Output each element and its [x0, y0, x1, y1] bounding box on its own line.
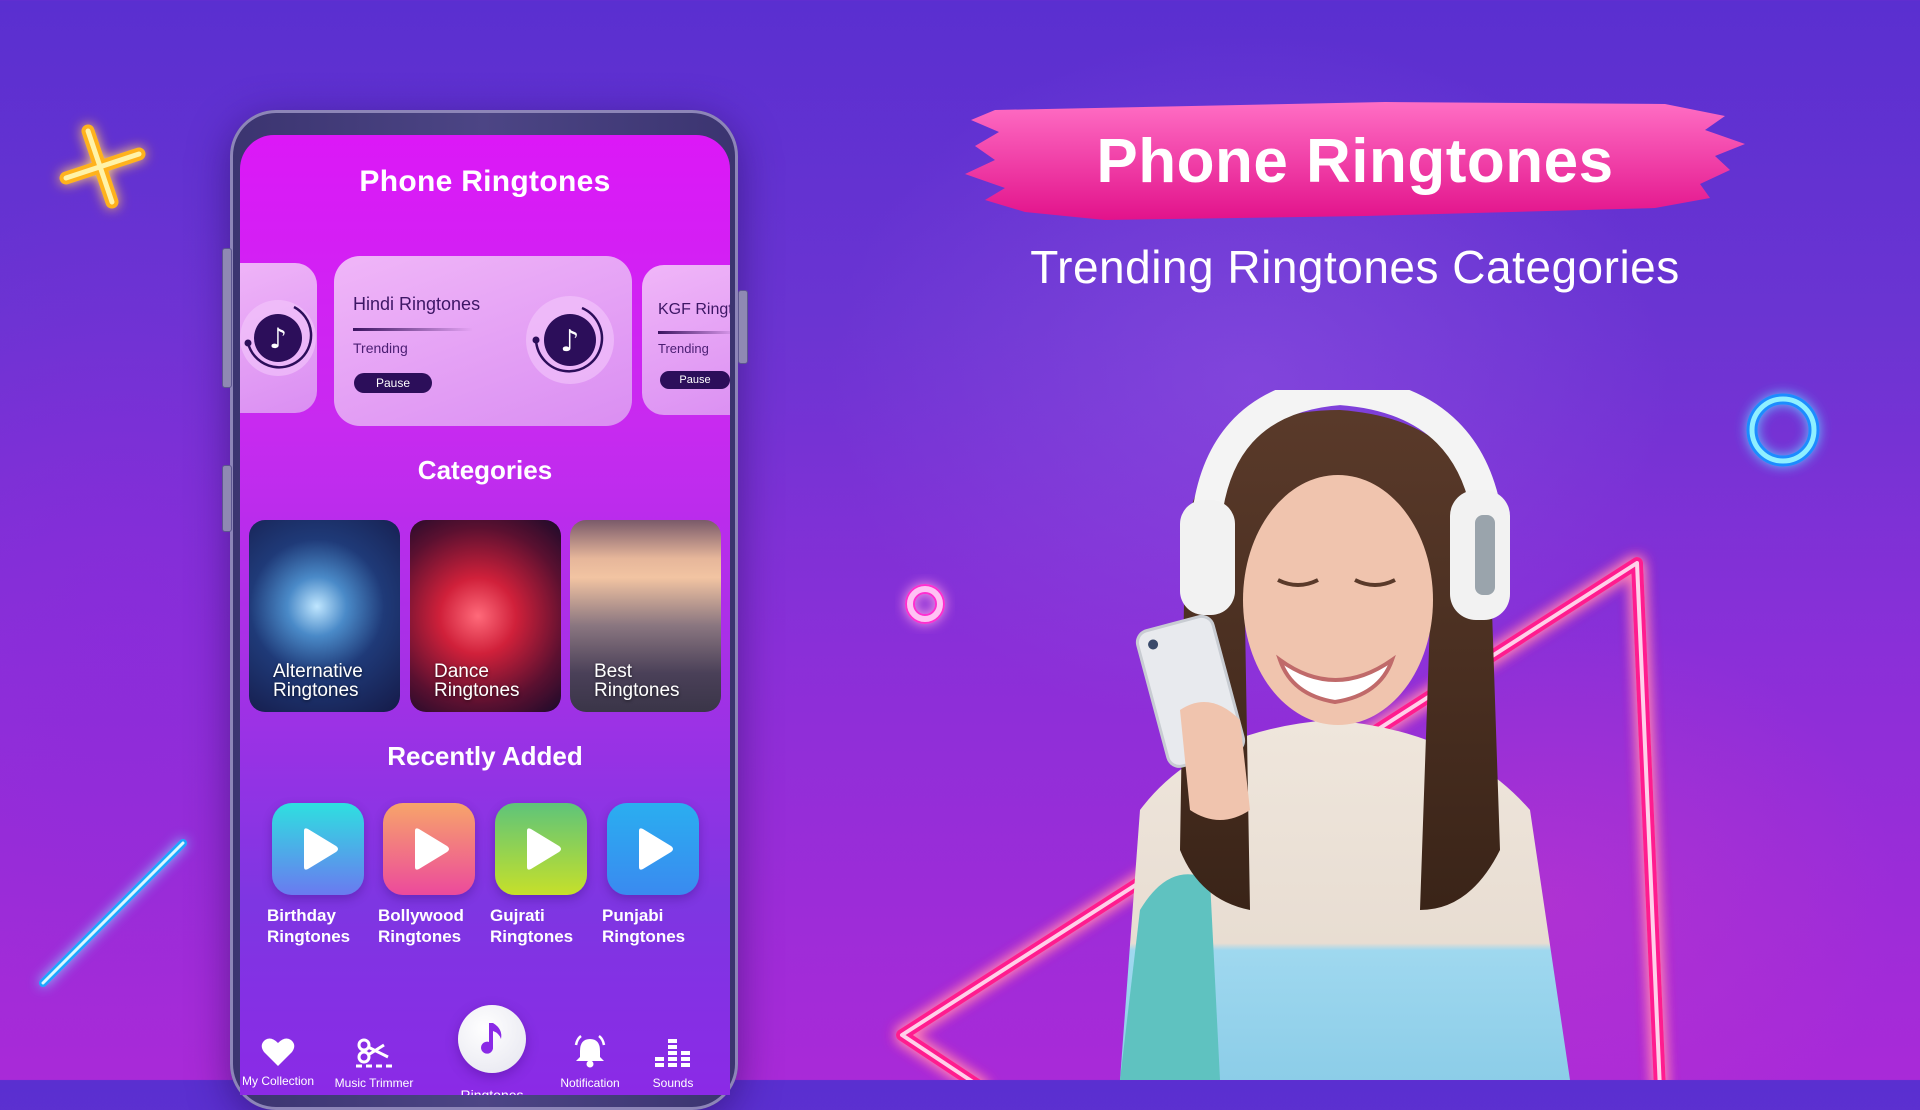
music-disc-icon: ♪ — [240, 300, 316, 376]
recent-label: Gujrati Ringtones — [490, 906, 574, 946]
carousel-card-kgf[interactable]: KGF Ringtones Trending Pause — [642, 265, 730, 415]
play-icon — [304, 828, 338, 870]
nav-ringtones-label[interactable]: Ringtones — [430, 1087, 554, 1095]
recent-label: Bollywood Ringtones — [378, 906, 464, 946]
nav-my-collection[interactable]: My Collection — [240, 1037, 320, 1088]
category-tile-best[interactable]: Best Ringtones — [570, 520, 721, 712]
scissors-icon — [356, 1038, 392, 1068]
recent-icon-bg — [495, 803, 587, 895]
play-icon — [415, 828, 449, 870]
app-screen: Phone Ringtones ♪ Hindi Ringtones Trendi… — [240, 135, 730, 1095]
phone-side-button — [738, 290, 748, 364]
categories-heading: Categories — [417, 455, 553, 485]
phone-side-button — [222, 248, 232, 388]
card-divider — [658, 331, 730, 334]
recent-icon-bg — [607, 803, 699, 895]
recent-icon-bg — [383, 803, 475, 895]
banner-subtitle: Trending Ringtones Categories — [1030, 241, 1680, 293]
recent-item-bollywood[interactable]: Bollywood Ringtones — [378, 803, 490, 947]
recent-item-birthday[interactable]: Birthday Ringtones — [267, 803, 379, 947]
card-title: KGF Ringtones — [658, 301, 730, 318]
svg-text:♪: ♪ — [269, 322, 287, 355]
heart-icon — [261, 1038, 295, 1066]
svg-text:♪: ♪ — [560, 324, 579, 359]
neon-cross-icon — [59, 124, 146, 209]
carousel-card-hindi[interactable]: Hindi Ringtones Trending Pause ♪ — [334, 256, 632, 426]
recent-item-punjabi[interactable]: Punjabi Ringtones — [602, 803, 714, 947]
card-divider — [353, 328, 473, 331]
woman-with-headphones-illustration — [1120, 390, 1570, 1080]
card-status: Trending — [353, 340, 408, 356]
nav-sounds[interactable]: Sounds — [638, 1037, 708, 1090]
bell-icon — [574, 1035, 606, 1068]
neon-ring-pink-icon — [905, 584, 945, 624]
category-tile-dance[interactable]: Dance Ringtones — [410, 520, 561, 712]
pause-button[interactable]: Pause — [354, 373, 432, 393]
banner-title: Phone Ringtones — [1096, 126, 1614, 196]
neon-ring-blue-icon — [1746, 393, 1820, 467]
bottom-navigation: My Collection Music Trimmer Ringtones No… — [240, 985, 730, 1095]
carousel-card[interactable]: ♪ — [240, 263, 317, 413]
recent-item-gujrati[interactable]: Gujrati Ringtones — [490, 803, 602, 947]
recent-icon-bg — [272, 803, 364, 895]
nav-notification[interactable]: Notification — [540, 1035, 640, 1090]
phone-side-button — [222, 465, 232, 532]
nav-ringtones-button[interactable] — [458, 1005, 526, 1073]
music-disc-icon[interactable]: ♪ — [524, 294, 616, 386]
category-label: Alternative Ringtones — [273, 661, 363, 701]
pause-button[interactable]: Pause — [660, 371, 730, 389]
app-title: Phone Ringtones — [359, 165, 611, 198]
play-icon — [527, 828, 561, 870]
recent-label: Birthday Ringtones — [267, 906, 351, 946]
recently-added-heading: Recently Added — [387, 741, 583, 771]
equalizer-icon — [655, 1039, 690, 1067]
neon-line-icon — [39, 839, 187, 987]
nav-music-trimmer[interactable]: Music Trimmer — [328, 1037, 420, 1090]
category-label: Dance Ringtones — [434, 661, 520, 701]
category-tile-alternative[interactable]: Alternative Ringtones — [249, 520, 400, 712]
card-status: Trending — [658, 341, 709, 356]
music-note-icon — [481, 1023, 502, 1054]
card-title: Hindi Ringtones — [353, 294, 481, 314]
category-label: Best Ringtones — [594, 661, 680, 701]
recent-label: Punjabi Ringtones — [602, 906, 686, 946]
play-icon — [639, 828, 673, 870]
